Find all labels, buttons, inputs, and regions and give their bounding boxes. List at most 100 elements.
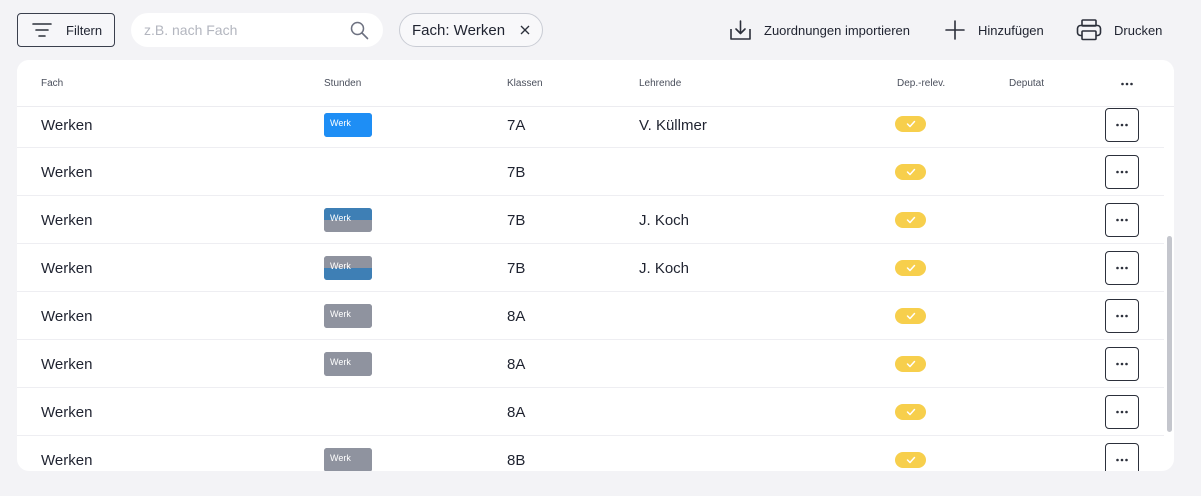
- column-options-icon[interactable]: [1120, 75, 1134, 89]
- more-icon: [1116, 266, 1128, 270]
- column-header-lehrende[interactable]: Lehrende: [639, 78, 681, 89]
- check-icon: [906, 216, 915, 224]
- cell-klasse: 7B: [507, 212, 526, 229]
- check-icon: [906, 264, 915, 272]
- check-icon: [906, 408, 915, 416]
- row-actions-button[interactable]: [1105, 443, 1139, 471]
- check-icon: [906, 360, 915, 368]
- search-box: [131, 13, 383, 47]
- table-row[interactable]: Werken Werk 7A V. Küllmer: [17, 108, 1164, 148]
- download-tray-icon: [730, 19, 751, 40]
- assignments-table: Fach Stunden Klassen Lehrende Dep.-relev…: [17, 60, 1174, 471]
- table-row[interactable]: Werken Werk 7B J. Koch: [17, 196, 1164, 244]
- row-actions-button[interactable]: [1105, 395, 1139, 429]
- table-row[interactable]: Werken 7B: [17, 148, 1164, 196]
- more-icon: [1116, 218, 1128, 222]
- check-icon: [906, 456, 915, 464]
- lesson-badge-label: Werk: [330, 357, 351, 367]
- lesson-badge[interactable]: Werk: [324, 304, 372, 328]
- table-row[interactable]: Werken Werk 7B J. Koch: [17, 244, 1164, 292]
- cell-lehrende: J. Koch: [639, 260, 690, 277]
- row-actions-button[interactable]: [1105, 299, 1139, 333]
- row-actions-button[interactable]: [1105, 155, 1139, 189]
- table-row[interactable]: Werken Werk 8A: [17, 340, 1164, 388]
- table-header: Fach Stunden Klassen Lehrende Dep.-relev…: [17, 60, 1174, 107]
- column-header-stunden[interactable]: Stunden: [324, 78, 361, 89]
- filter-chip-fach: Fach: Werken: [399, 13, 543, 47]
- cell-klasse: 7A: [507, 117, 526, 134]
- dep-relevant-check: [895, 452, 926, 468]
- lesson-badge[interactable]: Werk: [324, 448, 372, 471]
- lesson-badge-label: Werk: [330, 453, 351, 463]
- check-icon: [906, 120, 915, 128]
- cell-fach: Werken: [41, 452, 93, 469]
- check-icon: [906, 312, 915, 320]
- filter-chip-label: Fach: Werken: [412, 21, 506, 39]
- plus-icon: [945, 20, 965, 40]
- column-header-deputat[interactable]: Deputat: [1009, 78, 1044, 89]
- cell-klasse: 7B: [507, 164, 526, 181]
- lesson-badge-label: Werk: [330, 213, 351, 223]
- column-header-klassen[interactable]: Klassen: [507, 78, 543, 89]
- lesson-badge-label: Werk: [330, 118, 351, 128]
- table-row[interactable]: Werken Werk 8A: [17, 292, 1164, 340]
- table-body: Werken Werk 7A V. Küllmer Werken 7B Werk…: [17, 108, 1164, 471]
- cell-fach: Werken: [41, 212, 93, 229]
- cell-lehrende: V. Küllmer: [639, 117, 707, 134]
- cell-fach: Werken: [41, 260, 93, 277]
- table-row[interactable]: Werken Werk 8B: [17, 436, 1164, 471]
- more-icon: [1116, 458, 1128, 462]
- row-actions-button[interactable]: [1105, 108, 1139, 142]
- print-button[interactable]: Drucken: [1076, 16, 1162, 44]
- cell-klasse: 8A: [507, 356, 526, 373]
- lesson-badge-label: Werk: [330, 309, 351, 319]
- printer-icon: [1076, 19, 1102, 41]
- cell-fach: Werken: [41, 164, 93, 181]
- lesson-badge[interactable]: Werk: [324, 113, 372, 137]
- check-icon: [906, 168, 915, 176]
- dep-relevant-check: [895, 164, 926, 180]
- cell-klasse: 7B: [507, 260, 526, 277]
- cell-fach: Werken: [41, 308, 93, 325]
- import-assignments-label: Zuordnungen importieren: [764, 22, 910, 38]
- dep-relevant-check: [895, 116, 926, 132]
- row-actions-button[interactable]: [1105, 347, 1139, 381]
- lesson-badge[interactable]: Werk: [324, 256, 372, 280]
- close-icon[interactable]: [520, 25, 530, 35]
- scrollbar-thumb[interactable]: [1167, 236, 1172, 432]
- row-actions-button[interactable]: [1105, 203, 1139, 237]
- filter-icon: [32, 23, 52, 37]
- more-icon: [1116, 170, 1128, 174]
- filter-button[interactable]: Filtern: [17, 13, 115, 47]
- cell-fach: Werken: [41, 356, 93, 373]
- add-button-label: Hinzufügen: [978, 22, 1044, 38]
- column-header-dep-relev[interactable]: Dep.-relev.: [897, 78, 945, 89]
- lesson-badge-label: Werk: [330, 261, 351, 271]
- import-assignments-button[interactable]: Zuordnungen importieren: [729, 16, 910, 44]
- cell-klasse: 8A: [507, 308, 526, 325]
- cell-lehrende: J. Koch: [639, 212, 690, 229]
- dep-relevant-check: [895, 356, 926, 372]
- lesson-badge[interactable]: Werk: [324, 352, 372, 376]
- cell-klasse: 8B: [507, 452, 526, 469]
- cell-fach: Werken: [41, 117, 93, 134]
- dep-relevant-check: [895, 404, 926, 420]
- add-button[interactable]: Hinzufügen: [944, 16, 1044, 44]
- row-actions-button[interactable]: [1105, 251, 1139, 285]
- more-icon: [1116, 123, 1128, 127]
- print-button-label: Drucken: [1114, 22, 1163, 38]
- search-icon[interactable]: [350, 21, 369, 40]
- dep-relevant-check: [895, 212, 926, 228]
- toolbar: Filtern Fach: Werken Zuordnungen importi…: [0, 0, 1201, 60]
- cell-fach: Werken: [41, 404, 93, 421]
- dep-relevant-check: [895, 308, 926, 324]
- filter-button-label: Filtern: [66, 22, 103, 38]
- lesson-badge[interactable]: Werk: [324, 208, 372, 232]
- cell-klasse: 8A: [507, 404, 526, 421]
- dep-relevant-check: [895, 260, 926, 276]
- search-input[interactable]: [144, 22, 344, 38]
- column-header-fach[interactable]: Fach: [41, 78, 63, 89]
- more-icon: [1116, 410, 1128, 414]
- table-row[interactable]: Werken 8A: [17, 388, 1164, 436]
- more-icon: [1116, 362, 1128, 366]
